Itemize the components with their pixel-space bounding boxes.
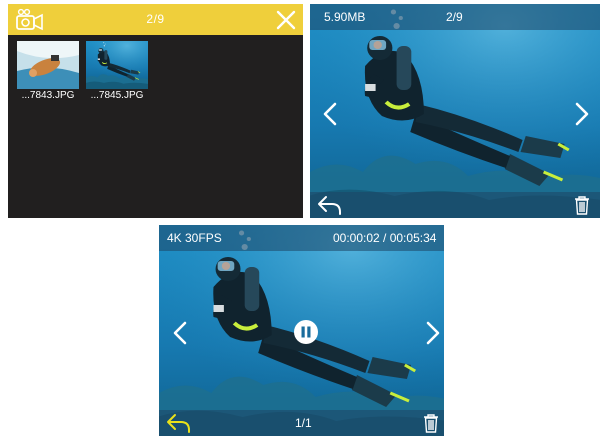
thumbnail-filename-1: ...7843.JPG xyxy=(21,90,75,101)
video-top-bar: 4K 30FPS 00:00:02 / 00:05:34 xyxy=(159,225,444,251)
close-icon[interactable] xyxy=(276,10,296,30)
back-arrow-icon[interactable] xyxy=(316,194,344,216)
chevron-left-icon[interactable] xyxy=(322,101,338,127)
thumbnail-1[interactable] xyxy=(17,41,79,89)
thumbnail-image-1 xyxy=(17,41,79,89)
photo-bottom-bar xyxy=(310,192,600,218)
trash-icon[interactable] xyxy=(573,195,591,215)
video-resolution: 4K 30FPS xyxy=(167,231,222,245)
back-arrow-icon[interactable] xyxy=(165,412,193,434)
chevron-right-icon[interactable] xyxy=(574,101,590,127)
chevron-left-icon[interactable] xyxy=(172,320,188,346)
photo-preview-screen: 5.90MB 2/9 xyxy=(310,4,600,218)
photo-counter: 2/9 xyxy=(446,10,463,24)
video-playback-screen: 4K 30FPS 00:00:02 / 00:05:34 1/1 xyxy=(159,225,444,436)
thumbnail-2[interactable] xyxy=(86,41,148,89)
browser-counter: 2/9 xyxy=(146,12,165,26)
thumbnail-filename-2: ...7845.JPG xyxy=(90,90,144,101)
file-size: 5.90MB xyxy=(324,10,366,24)
browser-top-bar: 2/9 xyxy=(8,4,303,35)
video-time: 00:00:02 / 00:05:34 xyxy=(333,231,437,245)
photo-image xyxy=(310,4,600,218)
video-counter: 1/1 xyxy=(295,416,312,430)
video-bottom-bar: 1/1 xyxy=(159,410,444,436)
chevron-right-icon[interactable] xyxy=(425,320,441,346)
thumbnail-image-2 xyxy=(86,41,148,89)
photo-top-bar: 5.90MB 2/9 xyxy=(310,4,600,30)
trash-icon[interactable] xyxy=(422,413,440,433)
file-browser-screen: 2/9 ...7843.JPG ...7845.JPG xyxy=(8,4,303,218)
pause-icon[interactable] xyxy=(293,319,319,345)
